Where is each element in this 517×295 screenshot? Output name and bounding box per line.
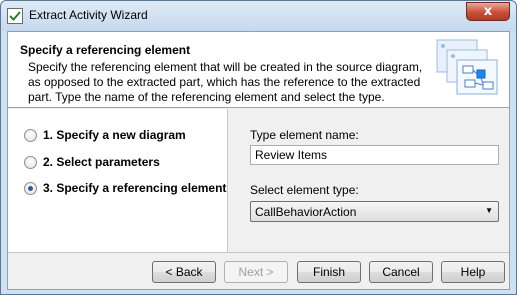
step-select-parameters[interactable]: 2. Select parameters: [24, 154, 160, 170]
step-3-label: 3. Specify a referencing element: [43, 181, 227, 195]
wizard-steps: 1. Specify a new diagram 2. Select param…: [8, 109, 228, 252]
element-name-label: Type element name:: [250, 128, 359, 142]
chevron-down-icon: ▼: [485, 206, 493, 215]
page-title: Specify a referencing element: [20, 43, 191, 57]
window-title: Extract Activity Wizard: [29, 8, 148, 22]
step-2-label: 2. Select parameters: [43, 155, 160, 169]
element-type-label: Select element type:: [250, 183, 359, 197]
element-name-input[interactable]: [250, 145, 499, 165]
element-type-select[interactable]: CallBehaviorAction ▼: [250, 201, 499, 222]
close-button[interactable]: x: [466, 2, 510, 21]
wizard-header: Specify a referencing element Specify th…: [8, 32, 509, 108]
step-1-radio[interactable]: [24, 128, 37, 142]
page-description: Specify the referencing element that wil…: [28, 60, 423, 104]
wizard-body: Specify a referencing element Specify th…: [7, 31, 510, 290]
footer-divider: [8, 252, 509, 253]
step-specify-referencing-element[interactable]: 3. Specify a referencing element: [24, 180, 226, 196]
cancel-button[interactable]: Cancel: [369, 261, 433, 283]
step-1-label: 1. Specify a new diagram: [43, 128, 186, 142]
step-2-radio[interactable]: [24, 155, 37, 169]
app-icon: [7, 8, 23, 24]
finish-button[interactable]: Finish: [297, 261, 361, 283]
diagram-wizard-icon: [436, 39, 498, 95]
referencing-element-form: Type element name: Select element type: …: [229, 109, 509, 252]
back-button[interactable]: < Back: [152, 261, 216, 283]
step-3-radio[interactable]: [24, 181, 37, 195]
wizard-window: Extract Activity Wizard x Specify a refe…: [0, 0, 517, 295]
element-type-value: CallBehaviorAction: [255, 205, 357, 219]
title-bar[interactable]: Extract Activity Wizard x: [1, 1, 516, 31]
next-button[interactable]: Next >: [224, 261, 288, 283]
help-button[interactable]: Help: [441, 261, 505, 283]
step-specify-new-diagram[interactable]: 1. Specify a new diagram: [24, 127, 186, 143]
